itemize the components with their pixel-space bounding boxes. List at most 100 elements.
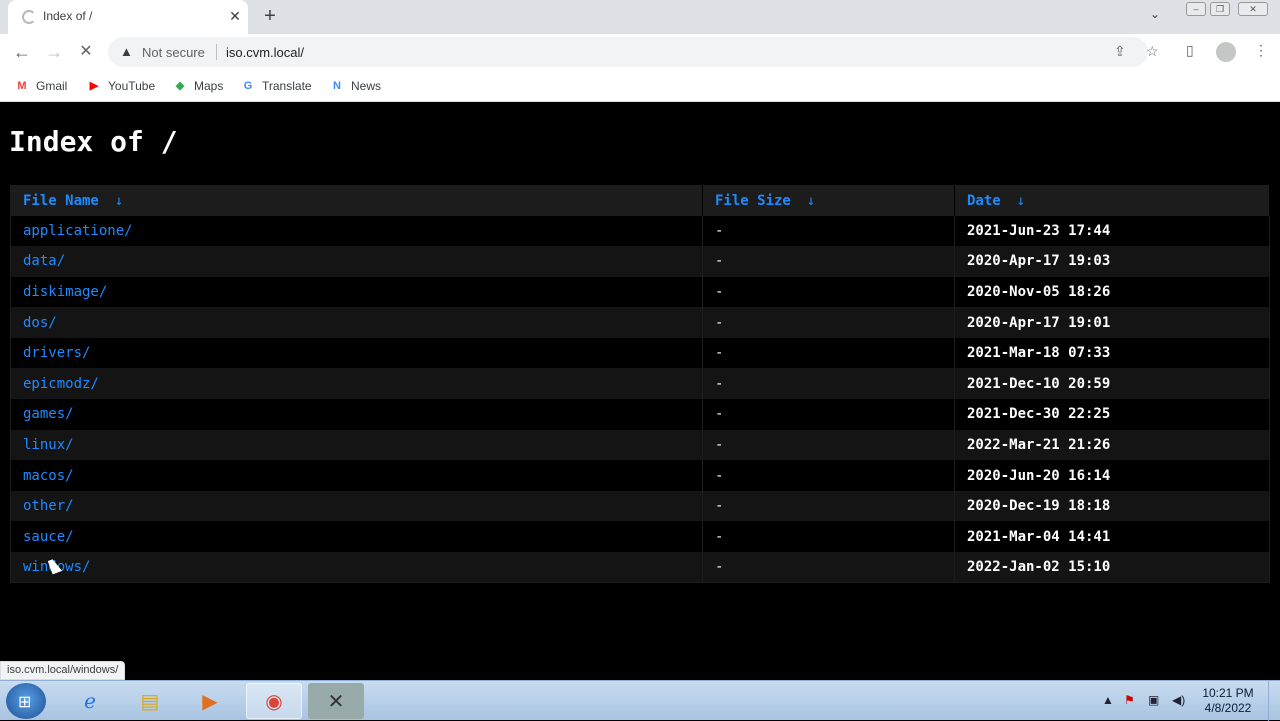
file-size-cell: - <box>702 490 955 522</box>
bookmark-maps[interactable]: ◆ Maps <box>172 77 224 95</box>
bookmark-youtube[interactable]: ▶ YouTube <box>86 77 155 95</box>
file-name-link[interactable]: epicmodz/ <box>10 368 703 400</box>
file-name-link[interactable]: diskimage/ <box>10 276 703 308</box>
new-tab-button[interactable]: + <box>258 4 282 28</box>
directory-listing: File Name ↓ File Size ↓ Date ↓ applicatione… <box>10 185 1270 584</box>
bookmark-label: Translate <box>262 79 312 93</box>
file-size-cell: - <box>702 429 955 461</box>
news-icon: N <box>333 80 341 92</box>
back-button[interactable]: ← <box>10 40 34 64</box>
table-row: epicmodz/-2021-Dec-10 20:59 <box>10 368 1270 400</box>
file-date-cell: 2020-Dec-19 18:18 <box>954 490 1270 522</box>
table-row: drivers/-2021-Mar-18 07:33 <box>10 337 1270 369</box>
stop-loading-button[interactable]: ✕ <box>74 40 98 64</box>
internet-explorer-icon[interactable]: ℯ <box>62 683 118 719</box>
table-row: dos/-2020-Apr-17 19:01 <box>10 307 1270 338</box>
page-content: Index of / File Name ↓ File Size ↓ Date ↓ a… <box>0 103 1280 680</box>
table-row: windows/-2022-Jan-02 15:10 <box>10 552 1270 583</box>
file-size-cell: - <box>702 552 955 583</box>
table-row: data/-2020-Apr-17 19:03 <box>10 246 1270 277</box>
table-row: macos/-2020-Jun-20 16:14 <box>10 460 1270 491</box>
column-label: File Size <box>715 192 791 209</box>
not-secure-label[interactable]: Not secure <box>142 45 205 60</box>
file-date-cell: 2021-Dec-30 22:25 <box>954 399 1270 430</box>
bookmark-label: News <box>351 79 382 93</box>
browser-toolbar: ← → ✕ ▲ Not secure iso.cvm.local/ ⇪ ☆ ▯ … <box>0 34 1280 70</box>
volume-icon[interactable]: ◀) <box>1172 693 1185 707</box>
gmail-icon: M <box>17 80 27 92</box>
table-row: sauce/-2021-Mar-04 14:41 <box>10 521 1270 553</box>
minimize-button[interactable]: – <box>1186 2 1206 16</box>
file-name-link[interactable]: other/ <box>10 490 703 522</box>
restore-button[interactable]: ❐ <box>1210 2 1230 16</box>
bookmark-translate[interactable]: G Translate <box>240 77 312 95</box>
chrome-icon[interactable]: ◉ <box>246 683 302 719</box>
column-header-file-name[interactable]: File Name ↓ <box>10 185 703 216</box>
url-text[interactable]: iso.cvm.local/ <box>226 45 304 60</box>
file-size-cell: - <box>702 399 955 430</box>
file-name-link[interactable]: dos/ <box>10 307 703 338</box>
tools-app-icon[interactable]: ✕ <box>308 683 364 719</box>
youtube-icon: ▶ <box>89 80 99 92</box>
file-size-cell: - <box>702 521 955 553</box>
file-name-link[interactable]: linux/ <box>10 429 703 461</box>
share-icon[interactable]: ⇪ <box>1114 43 1126 60</box>
file-name-link[interactable]: sauce/ <box>10 521 703 553</box>
column-label: Date <box>967 192 1001 209</box>
file-date-cell: 2021-Mar-04 14:41 <box>954 521 1270 553</box>
bookmark-label: Gmail <box>36 79 68 93</box>
bookmark-label: YouTube <box>108 79 156 93</box>
file-name-link[interactable]: macos/ <box>10 460 703 491</box>
file-size-cell: - <box>702 307 955 338</box>
file-date-cell: 2020-Apr-17 19:01 <box>954 307 1270 338</box>
bookmark-star-icon[interactable]: ☆ <box>1146 43 1159 60</box>
column-label: File Name <box>23 192 99 209</box>
file-date-cell: 2020-Jun-20 16:14 <box>954 460 1270 491</box>
omnibox-divider <box>216 44 217 60</box>
file-name-link[interactable]: data/ <box>10 246 703 277</box>
tray-expand-icon[interactable]: ▲ <box>1102 693 1114 707</box>
file-date-cell: 2022-Jan-02 15:10 <box>954 552 1270 583</box>
file-explorer-icon[interactable]: ▤ <box>122 683 178 719</box>
tab-search-icon[interactable]: ⌄ <box>1150 7 1160 21</box>
menu-kebab-icon[interactable]: ⋮ <box>1254 42 1268 59</box>
file-name-link[interactable]: applicatione/ <box>10 215 703 247</box>
profile-avatar-icon[interactable] <box>1216 42 1236 62</box>
sort-arrow-icon: ↓ <box>806 192 816 209</box>
status-bar-url: iso.cvm.local/windows/ <box>0 661 126 680</box>
file-name-link[interactable]: drivers/ <box>10 337 703 369</box>
browser-tab[interactable]: Index of / ✕ <box>8 0 248 34</box>
network-icon[interactable]: ▣ <box>1148 693 1159 707</box>
show-desktop-button[interactable] <box>1268 681 1280 721</box>
file-date-cell: 2021-Jun-23 17:44 <box>954 215 1270 247</box>
address-bar[interactable]: ▲ Not secure iso.cvm.local/ ⇪ ☆ <box>108 37 1159 67</box>
file-date-cell: 2022-Mar-21 21:26 <box>954 429 1270 461</box>
clock-date: 4/8/2022 <box>1204 701 1252 715</box>
file-size-cell: - <box>702 368 955 400</box>
side-panel-icon[interactable]: ▯ <box>1186 42 1194 59</box>
action-center-icon[interactable]: ⚑ <box>1124 693 1135 707</box>
sort-arrow-icon: ↓ <box>114 192 124 209</box>
close-window-button[interactable]: ✕ <box>1238 2 1268 16</box>
bookmarks-bar: M Gmail ▶ YouTube ◆ Maps G Translate N News <box>0 70 1280 102</box>
bookmark-gmail[interactable]: M Gmail <box>14 77 67 95</box>
file-name-link[interactable]: games/ <box>10 399 703 430</box>
table-row: applicatione/-2021-Jun-23 17:44 <box>10 215 1270 247</box>
media-player-icon[interactable]: ▶ <box>182 683 238 719</box>
loading-spinner-icon <box>22 10 36 24</box>
column-header-date[interactable]: Date ↓ <box>954 185 1270 216</box>
start-button[interactable]: ⊞ <box>6 683 46 719</box>
system-clock[interactable]: 10:21 PM 4/8/2022 <box>1196 686 1260 716</box>
file-size-cell: - <box>702 215 955 247</box>
file-size-cell: - <box>702 337 955 369</box>
forward-button[interactable]: → <box>42 40 66 64</box>
file-name-link[interactable]: windows/ <box>10 552 703 583</box>
table-row: diskimage/-2020-Nov-05 18:26 <box>10 276 1270 308</box>
tab-close-icon[interactable]: ✕ <box>226 7 244 25</box>
windows-taskbar: ⊞ ℯ ▤ ▶ ◉ ✕ ▲ ⚑ ▣ ◀) 10:21 PM 4/8/2022 <box>0 680 1280 721</box>
clock-time: 10:21 PM <box>1202 686 1254 700</box>
bookmark-news[interactable]: N News <box>329 77 381 95</box>
column-header-file-size[interactable]: File Size ↓ <box>702 185 955 216</box>
warning-icon[interactable]: ▲ <box>120 44 133 59</box>
translate-icon: G <box>243 80 253 92</box>
